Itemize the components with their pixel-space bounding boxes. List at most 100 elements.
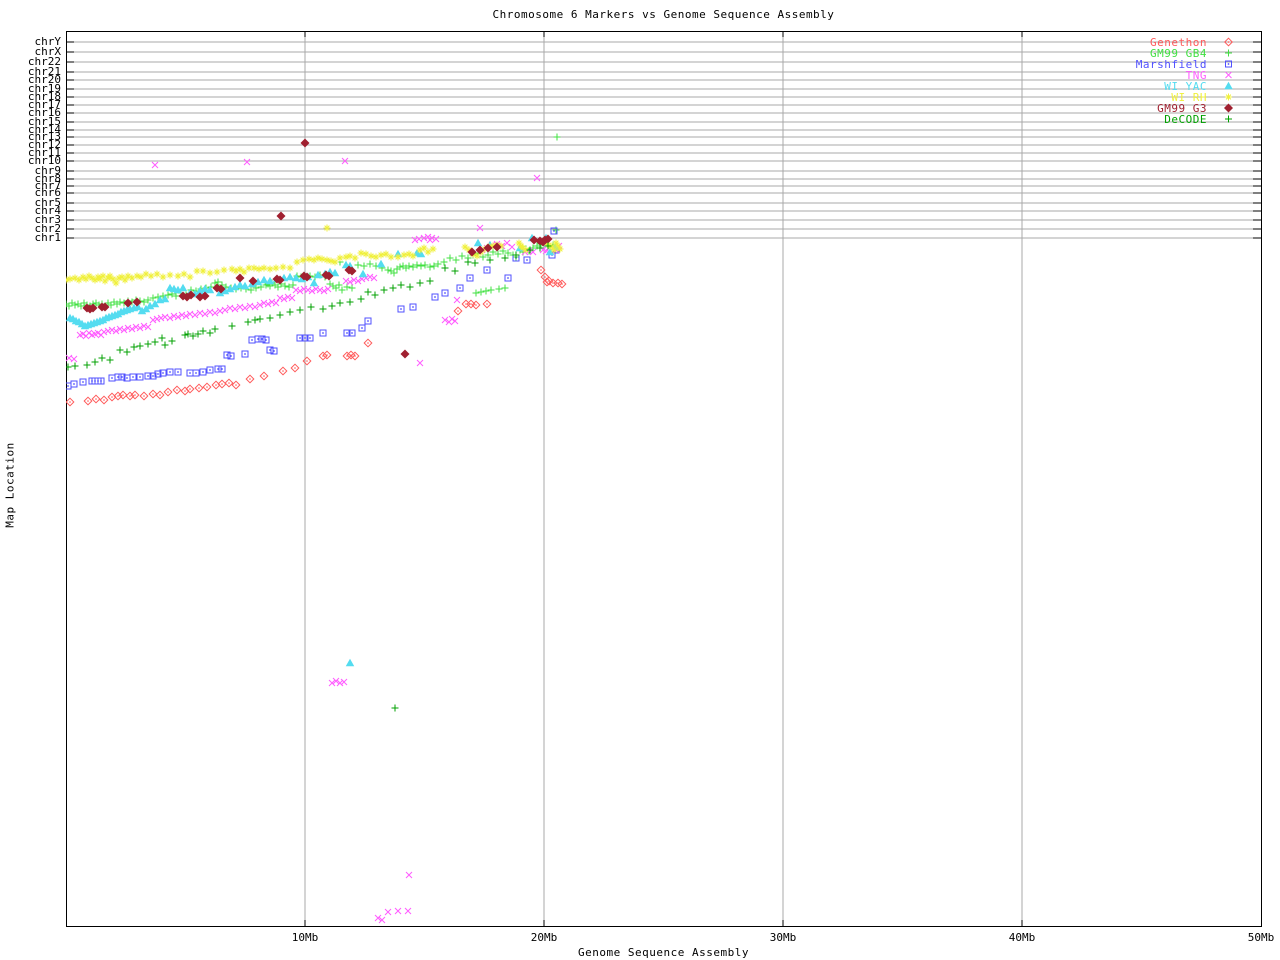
data-point bbox=[105, 328, 111, 334]
data-point bbox=[297, 307, 304, 314]
x-tick-label-20Mb: 20Mb bbox=[531, 931, 558, 944]
data-point bbox=[150, 317, 156, 323]
data-point bbox=[465, 259, 472, 266]
data-point bbox=[475, 240, 482, 246]
data-point bbox=[337, 255, 344, 262]
data-point bbox=[308, 304, 315, 311]
data-point bbox=[279, 367, 287, 375]
x-tick-label-50Mb: 50Mb bbox=[1248, 931, 1275, 944]
data-point bbox=[162, 342, 169, 349]
data-point bbox=[410, 304, 416, 310]
data-point bbox=[130, 374, 136, 380]
data-point bbox=[341, 679, 347, 685]
y-tick-label-chr1: chr1 bbox=[0, 233, 61, 243]
data-point bbox=[109, 327, 115, 333]
legend-marker-decode bbox=[1221, 113, 1236, 125]
data-point bbox=[252, 317, 259, 324]
data-point bbox=[84, 362, 91, 369]
data-point bbox=[361, 263, 368, 270]
data-point bbox=[260, 372, 268, 380]
data-point bbox=[72, 363, 79, 370]
data-point bbox=[502, 285, 509, 292]
data-point bbox=[131, 344, 138, 351]
data-point bbox=[100, 396, 108, 404]
data-point bbox=[337, 300, 344, 307]
data-point bbox=[447, 255, 454, 262]
data-point bbox=[137, 343, 144, 350]
data-point bbox=[358, 296, 365, 303]
data-point bbox=[385, 267, 392, 274]
data-point bbox=[339, 287, 346, 294]
data-point bbox=[462, 300, 470, 308]
x-tick-label-40Mb: 40Mb bbox=[1009, 931, 1036, 944]
data-point bbox=[459, 253, 466, 260]
data-point bbox=[256, 266, 263, 273]
data-point bbox=[267, 266, 274, 273]
data-point bbox=[287, 274, 294, 280]
data-point bbox=[164, 388, 172, 396]
data-point bbox=[149, 390, 157, 398]
data-point bbox=[372, 292, 379, 299]
data-point bbox=[441, 259, 448, 266]
data-point bbox=[347, 660, 354, 666]
data-point bbox=[418, 263, 425, 270]
data-point bbox=[365, 318, 371, 324]
data-point bbox=[215, 366, 221, 372]
data-point bbox=[427, 278, 434, 285]
data-point bbox=[261, 265, 268, 272]
data-point bbox=[364, 339, 372, 347]
data-point bbox=[367, 261, 374, 268]
data-point bbox=[496, 286, 503, 293]
data-point bbox=[442, 290, 448, 296]
data-point bbox=[554, 134, 561, 141]
data-point bbox=[84, 397, 92, 405]
data-point bbox=[467, 275, 473, 281]
data-point bbox=[107, 357, 114, 364]
data-point bbox=[277, 295, 283, 301]
data-point bbox=[203, 383, 211, 391]
data-point bbox=[558, 280, 566, 288]
data-point bbox=[273, 300, 279, 306]
data-point bbox=[367, 274, 373, 280]
data-point bbox=[483, 300, 491, 308]
data-point bbox=[99, 355, 106, 362]
data-point bbox=[245, 319, 252, 326]
data-point bbox=[215, 279, 222, 286]
data-point bbox=[187, 274, 194, 281]
data-point bbox=[236, 274, 244, 282]
data-point bbox=[347, 299, 354, 306]
data-point bbox=[524, 257, 530, 263]
data-point bbox=[336, 282, 343, 289]
data-point bbox=[453, 257, 460, 264]
data-point bbox=[145, 324, 151, 330]
data-point bbox=[113, 280, 120, 287]
data-point bbox=[86, 330, 92, 336]
data-point bbox=[252, 304, 258, 310]
data-point bbox=[343, 278, 349, 284]
data-point bbox=[175, 273, 182, 280]
data-point bbox=[430, 246, 437, 253]
data-point bbox=[324, 225, 331, 232]
data-point bbox=[454, 297, 460, 303]
data-point bbox=[154, 271, 161, 278]
data-point bbox=[305, 287, 311, 293]
chart-title: Chromosome 6 Markers vs Genome Sequence … bbox=[66, 8, 1261, 21]
data-point bbox=[417, 360, 423, 366]
data-point bbox=[484, 267, 490, 273]
x-tick-label-10Mb: 10Mb bbox=[292, 931, 319, 944]
data-point bbox=[406, 872, 412, 878]
data-point bbox=[232, 306, 238, 312]
data-point bbox=[246, 375, 254, 383]
data-point bbox=[329, 303, 336, 310]
data-point bbox=[323, 351, 331, 359]
data-point bbox=[477, 225, 483, 231]
data-point bbox=[249, 337, 255, 343]
data-point bbox=[294, 259, 301, 266]
data-point bbox=[401, 252, 408, 259]
data-point bbox=[221, 267, 228, 274]
data-point bbox=[229, 323, 236, 330]
data-point bbox=[488, 287, 495, 294]
data-point bbox=[92, 359, 99, 366]
data-point bbox=[195, 384, 203, 392]
data-point bbox=[115, 374, 121, 380]
